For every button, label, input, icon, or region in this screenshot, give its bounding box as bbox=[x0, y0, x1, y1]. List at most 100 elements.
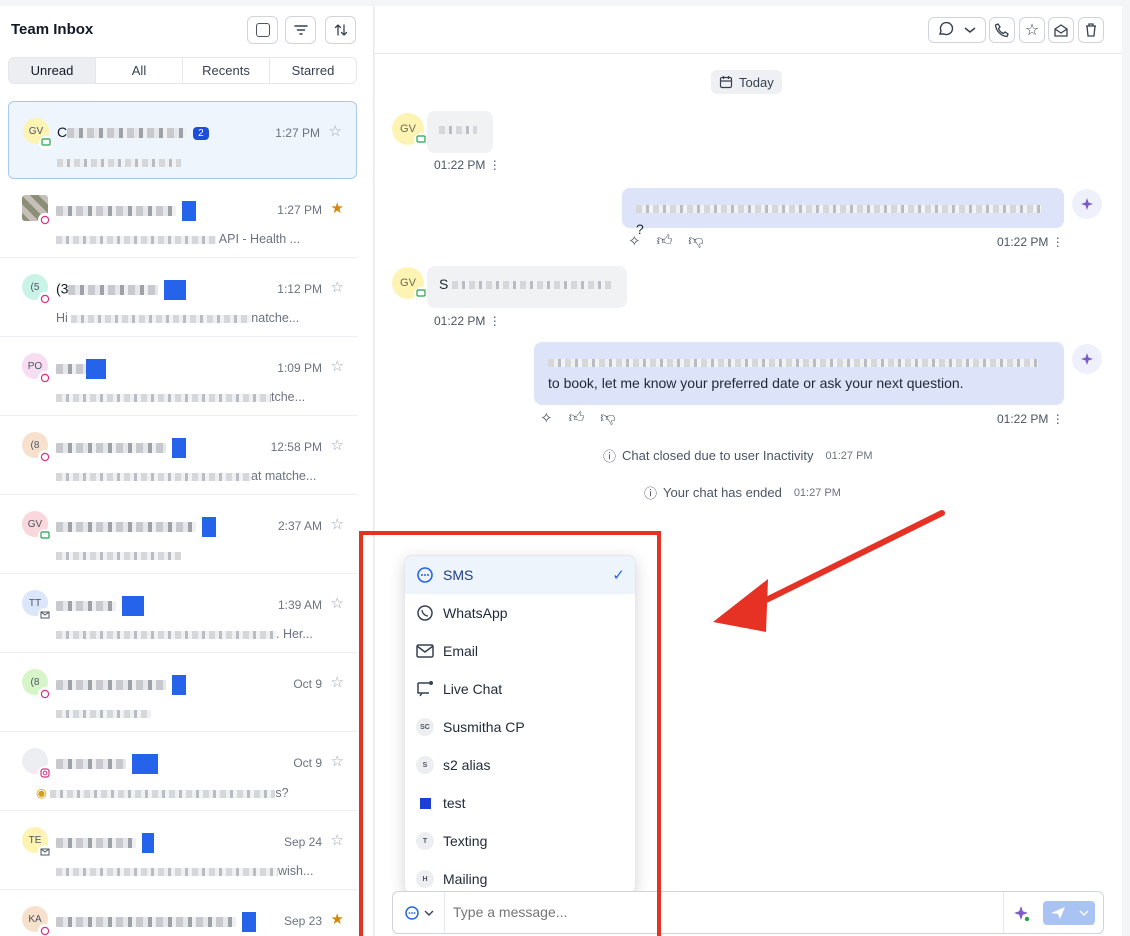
chat-icon bbox=[38, 213, 52, 227]
more-icon[interactable]: ⋮ bbox=[1052, 235, 1064, 249]
star-icon[interactable]: ★ bbox=[331, 199, 344, 217]
conversation-time: Sep 24 bbox=[283, 835, 322, 849]
conversation-time: 1:27 PM bbox=[277, 203, 322, 217]
message-preview bbox=[56, 706, 151, 720]
sparkle-icon bbox=[1013, 905, 1029, 921]
info-icon: ⓘ bbox=[603, 449, 617, 464]
sparkle-icon[interactable]: ✧ bbox=[540, 409, 553, 427]
star-icon[interactable]: ☆ bbox=[331, 831, 344, 849]
calendar-icon bbox=[719, 76, 733, 89]
incoming-message: S bbox=[427, 266, 627, 308]
filter-icon bbox=[293, 25, 308, 35]
star-icon[interactable]: ☆ bbox=[331, 752, 344, 770]
star-button[interactable]: ☆ bbox=[1019, 17, 1045, 43]
delete-button[interactable] bbox=[1078, 17, 1104, 43]
conversation-time: 1:09 PM bbox=[277, 361, 322, 375]
conversation-time: Oct 9 bbox=[293, 677, 322, 691]
tab-unread[interactable]: Unread bbox=[9, 58, 96, 83]
thumbs-up-icon[interactable]: 👍︎ bbox=[657, 232, 673, 250]
message-preview: Hi natche... bbox=[56, 311, 300, 325]
conversation-header: Team Inbox bbox=[0, 6, 373, 56]
star-icon[interactable]: ☆ bbox=[331, 436, 344, 454]
contact-name: (3 bbox=[56, 280, 187, 300]
conversation-item[interactable]: (5 (3 1:12 PM ☆ Hi natche... bbox=[0, 258, 358, 337]
more-icon[interactable]: ⋮ bbox=[1052, 412, 1064, 426]
call-button[interactable] bbox=[989, 17, 1015, 43]
star-icon[interactable]: ☆ bbox=[331, 594, 344, 612]
more-icon[interactable]: ⋮ bbox=[489, 158, 501, 172]
conversation-item[interactable]: (8 Oct 9 ☆ bbox=[0, 653, 358, 732]
assign-dropdown-button[interactable] bbox=[928, 17, 986, 43]
thumbs-down-icon[interactable]: 👎︎ bbox=[688, 232, 703, 250]
chat-icon bbox=[38, 292, 52, 306]
system-message: ⓘ Your chat has ended 01:27 PM bbox=[644, 485, 841, 501]
contact-name bbox=[56, 754, 158, 774]
star-icon[interactable]: ☆ bbox=[331, 515, 344, 533]
thumbs-down-icon[interactable]: 👎︎ bbox=[600, 409, 615, 427]
tab-recents[interactable]: Recents bbox=[183, 58, 270, 83]
tab-all[interactable]: All bbox=[96, 58, 183, 83]
conversation-time: Sep 23 bbox=[283, 914, 322, 928]
conversation-item[interactable]: (8 12:58 PM ☆ at matche... bbox=[0, 416, 358, 495]
thumbs-up-icon[interactable]: 👍︎ bbox=[569, 409, 585, 427]
star-icon[interactable]: ☆ bbox=[331, 357, 344, 375]
eye-icon: ◉ bbox=[36, 786, 47, 800]
conversation-item[interactable]: TT 1:39 AM ☆ . Her... bbox=[0, 574, 358, 653]
message-time: 01:22 PM ⋮ bbox=[997, 412, 1064, 426]
select-all-checkbox[interactable] bbox=[247, 16, 278, 44]
system-message: ⓘ Chat closed due to user Inactivity 01:2… bbox=[603, 448, 873, 464]
conversation-item[interactable]: 1:27 PM ★ API - Health ... bbox=[0, 179, 358, 258]
conversation-panel: Team Inbox Unread All Recents Starred GV… bbox=[0, 6, 374, 936]
message-preview bbox=[57, 155, 181, 169]
message-preview: at matche... bbox=[56, 469, 316, 483]
filter-button[interactable] bbox=[285, 16, 316, 44]
conversation-item[interactable]: GV 2:37 AM ☆ bbox=[0, 495, 358, 574]
conversation-item[interactable]: GV C2 1:27 PM ☆ bbox=[8, 101, 357, 179]
chat-icon bbox=[38, 687, 52, 701]
annotation-arrow bbox=[713, 510, 945, 632]
contact-name bbox=[56, 359, 106, 379]
inbox-tabs: Unread All Recents Starred bbox=[8, 57, 357, 84]
mark-unread-button[interactable] bbox=[1048, 17, 1074, 43]
star-icon[interactable]: ★ bbox=[331, 910, 344, 928]
message-feedback: ✧ 👍︎ 👎︎ bbox=[540, 409, 616, 427]
star-icon[interactable]: ☆ bbox=[331, 278, 344, 296]
chevron-down-icon bbox=[1079, 910, 1088, 916]
chevron-down-icon bbox=[964, 27, 976, 33]
sort-button[interactable] bbox=[325, 16, 356, 44]
conversation-time: 2:37 AM bbox=[277, 519, 322, 533]
contact-name bbox=[56, 438, 186, 458]
sparkle-icon[interactable]: ✧ bbox=[628, 232, 641, 250]
ai-agent-avatar bbox=[1072, 344, 1102, 374]
star-icon[interactable]: ☆ bbox=[329, 122, 342, 140]
conversation-item[interactable]: PO 1:09 PM ☆ tche... bbox=[0, 337, 358, 416]
message-preview: tche... bbox=[56, 390, 305, 404]
contact-name bbox=[56, 912, 256, 932]
trash-icon bbox=[1086, 23, 1096, 37]
message-preview: wish... bbox=[56, 864, 313, 878]
message-time: 01:22 PM ⋮ bbox=[434, 314, 501, 328]
message-preview: API - Health ... bbox=[56, 232, 300, 246]
conversation-item[interactable]: TE Sep 24 ☆ wish... bbox=[0, 811, 358, 890]
conversation-item[interactable]: Oct 9 ☆ ◉ s? bbox=[0, 732, 358, 811]
send-button[interactable] bbox=[1043, 901, 1095, 925]
email-icon bbox=[38, 608, 52, 622]
contact-avatar: GV bbox=[392, 267, 428, 301]
instagram-icon bbox=[38, 766, 52, 780]
star-outline-icon: ☆ bbox=[1024, 22, 1040, 39]
ai-assist-button[interactable] bbox=[1003, 892, 1037, 933]
more-icon[interactable]: ⋮ bbox=[489, 314, 501, 328]
sms-icon bbox=[39, 136, 53, 150]
tab-starred[interactable]: Starred bbox=[270, 58, 356, 83]
sms-icon bbox=[414, 133, 428, 147]
star-icon[interactable]: ☆ bbox=[331, 673, 344, 691]
conversation-item[interactable]: KA Sep 23 ★ bbox=[0, 890, 358, 936]
unread-count-badge: 2 bbox=[193, 126, 209, 140]
chat-icon bbox=[38, 371, 52, 385]
phone-icon bbox=[994, 23, 1009, 38]
date-label: Today bbox=[739, 74, 774, 90]
message-preview: ◉ s? bbox=[36, 786, 289, 800]
contact-avatar: GV bbox=[392, 113, 428, 147]
conversation-list: GV C2 1:27 PM ☆ 1:27 PM ★ API - Health .… bbox=[0, 101, 358, 936]
chat-icon bbox=[38, 924, 52, 936]
